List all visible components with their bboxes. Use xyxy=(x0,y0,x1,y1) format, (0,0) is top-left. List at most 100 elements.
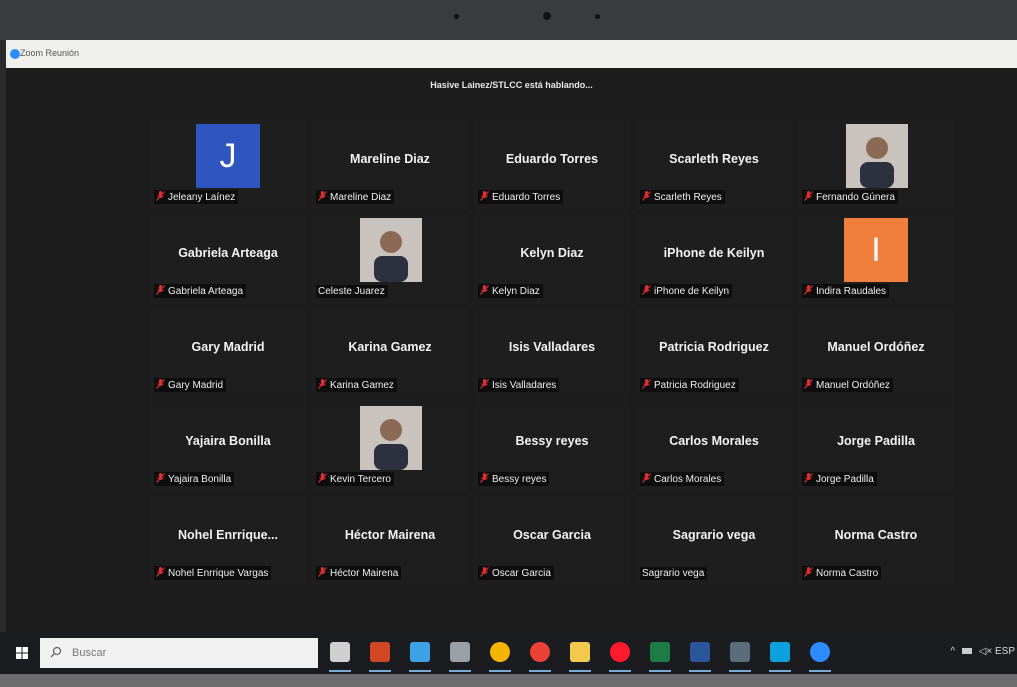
participant-display-name: Patricia Rodriguez xyxy=(659,340,769,354)
participant-name-text: Isis Valladares xyxy=(492,380,557,391)
participant-name-label: iPhone de Keilyn xyxy=(640,284,733,298)
participant-tile[interactable]: Mareline Diaz Mareline Diaz xyxy=(312,120,468,210)
participant-name-text: Kelyn Diaz xyxy=(492,286,540,297)
avatar-initial: J xyxy=(196,124,260,188)
participant-tile[interactable]: Jorge Padilla Jorge Padilla xyxy=(798,402,954,492)
participant-tile[interactable]: iPhone de Keilyn iPhone de Keilyn xyxy=(636,214,792,304)
participant-tile[interactable]: Kelyn Diaz Kelyn Diaz xyxy=(474,214,630,304)
participant-display-name: Gary Madrid xyxy=(191,340,265,354)
participant-name-text: Karina Gamez xyxy=(330,380,394,391)
participant-display-name: Oscar Garcia xyxy=(513,528,591,542)
participant-tile[interactable]: Sagrario vega Sagrario vega xyxy=(636,496,792,586)
muted-mic-icon xyxy=(804,191,813,201)
participant-tile[interactable]: Fernando Gúnera xyxy=(798,120,954,210)
language-indicator[interactable]: ESP xyxy=(995,646,1015,657)
running-indicator xyxy=(769,670,791,672)
participant-tile[interactable]: Karina Gamez Karina Gamez xyxy=(312,308,468,398)
muted-mic-icon xyxy=(642,285,651,295)
taskbar-search-box[interactable]: Buscar xyxy=(40,638,318,668)
participant-name-label: Scarleth Reyes xyxy=(640,190,725,204)
participant-tile[interactable]: Manuel Ordóñez Manuel Ordóñez xyxy=(798,308,954,398)
participant-name-text: Jeleany Laínez xyxy=(168,192,236,203)
participant-name-label: Bessy reyes xyxy=(478,472,550,486)
powerpoint-icon[interactable] xyxy=(370,642,390,662)
window-app-icon[interactable] xyxy=(450,642,470,662)
participant-name-label: Mareline Diaz xyxy=(316,190,395,204)
participant-name-text: Oscar Garcia xyxy=(492,568,551,579)
chevron-up-icon[interactable]: ^ xyxy=(950,646,955,657)
participant-tile[interactable]: Gabriela Arteaga Gabriela Arteaga xyxy=(150,214,306,304)
muted-mic-icon xyxy=(480,191,489,201)
participant-tile[interactable]: Kevin Tercero xyxy=(312,402,468,492)
participant-display-name: Scarleth Reyes xyxy=(669,152,759,166)
running-indicator xyxy=(449,670,471,672)
participant-name-label: Indira Raudales xyxy=(802,284,890,298)
running-indicator xyxy=(729,670,751,672)
participant-tile[interactable]: Norma Castro Norma Castro xyxy=(798,496,954,586)
muted-mic-icon xyxy=(318,379,327,389)
participant-name-text: Manuel Ordóñez xyxy=(816,380,890,391)
camera-dot xyxy=(454,14,459,19)
participant-tile[interactable]: Bessy reyes Bessy reyes xyxy=(474,402,630,492)
chrome-icon[interactable] xyxy=(490,642,510,662)
monitor-bezel-bottom xyxy=(0,674,1017,687)
excel-icon[interactable] xyxy=(650,642,670,662)
participant-name-text: Celeste Juarez xyxy=(318,286,385,297)
file-explorer-icon[interactable] xyxy=(410,642,430,662)
participant-tile[interactable]: Nohel Enrrique... Nohel Enrrique Vargas xyxy=(150,496,306,586)
participant-tile[interactable]: Oscar Garcia Oscar Garcia xyxy=(474,496,630,586)
photos-icon[interactable] xyxy=(770,642,790,662)
muted-mic-icon xyxy=(480,473,489,483)
battery-icon[interactable] xyxy=(961,648,972,654)
participant-name-label: Manuel Ordóñez xyxy=(802,378,893,392)
windows-start-icon[interactable] xyxy=(16,647,28,659)
muted-mic-icon xyxy=(318,473,327,483)
participant-display-name: Bessy reyes xyxy=(515,434,589,448)
participant-display-name: Nohel Enrrique... xyxy=(177,528,278,542)
camera-dot xyxy=(595,14,600,19)
participant-photo xyxy=(360,406,422,470)
muted-mic-icon xyxy=(480,285,489,295)
search-placeholder: Buscar xyxy=(72,647,107,659)
participant-name-text: iPhone de Keilyn xyxy=(654,286,730,297)
participant-name-label: Héctor Mairena xyxy=(316,566,402,580)
participant-name-label: Gabriela Arteaga xyxy=(154,284,247,298)
participant-tile[interactable]: I Indira Raudales xyxy=(798,214,954,304)
running-indicator xyxy=(369,670,391,672)
participant-name-text: Eduardo Torres xyxy=(492,192,561,203)
zoom-app-icon xyxy=(10,49,20,59)
participant-tile[interactable]: Eduardo Torres Eduardo Torres xyxy=(474,120,630,210)
chrome-alt-icon[interactable] xyxy=(530,642,550,662)
search-icon xyxy=(50,646,62,658)
participant-name-label: Gary Madrid xyxy=(154,378,227,392)
participant-display-name: iPhone de Keilyn xyxy=(663,246,765,260)
volume-icon[interactable]: ◁× xyxy=(979,646,993,657)
muted-mic-icon xyxy=(480,379,489,389)
word-icon[interactable] xyxy=(690,642,710,662)
participant-display-name: Manuel Ordóñez xyxy=(827,340,925,354)
participant-name-text: Gary Madrid xyxy=(168,380,224,391)
task-view-icon[interactable] xyxy=(330,642,350,662)
calculator-icon[interactable] xyxy=(730,642,750,662)
muted-mic-icon xyxy=(804,379,813,389)
participant-tile[interactable]: Héctor Mairena Héctor Mairena xyxy=(312,496,468,586)
participant-tile[interactable]: Gary Madrid Gary Madrid xyxy=(150,308,306,398)
window-title: Zoom Reunión xyxy=(20,48,80,58)
participant-name-label: Eduardo Torres xyxy=(478,190,564,204)
opera-icon[interactable] xyxy=(610,642,630,662)
participant-name-label: Oscar Garcia xyxy=(478,566,554,580)
zoom-icon[interactable] xyxy=(810,642,830,662)
participant-tile[interactable]: Patricia Rodriguez Patricia Rodriguez xyxy=(636,308,792,398)
participant-tile[interactable]: Celeste Juarez xyxy=(312,214,468,304)
folder-icon[interactable] xyxy=(570,642,590,662)
participant-tile[interactable]: Carlos Morales Carlos Morales xyxy=(636,402,792,492)
participant-name-label: Karina Gamez xyxy=(316,378,397,392)
muted-mic-icon xyxy=(156,473,165,483)
participant-tile[interactable]: Scarleth Reyes Scarleth Reyes xyxy=(636,120,792,210)
participant-tile[interactable]: Yajaira Bonilla Yajaira Bonilla xyxy=(150,402,306,492)
system-tray[interactable]: ^ ◁× ESP xyxy=(950,646,1015,657)
window-titlebar[interactable]: Zoom Reunión xyxy=(6,40,1017,68)
participant-tile[interactable]: J Jeleany Laínez xyxy=(150,120,306,210)
participant-name-text: Scarleth Reyes xyxy=(654,192,722,203)
participant-tile[interactable]: Isis Valladares Isis Valladares xyxy=(474,308,630,398)
